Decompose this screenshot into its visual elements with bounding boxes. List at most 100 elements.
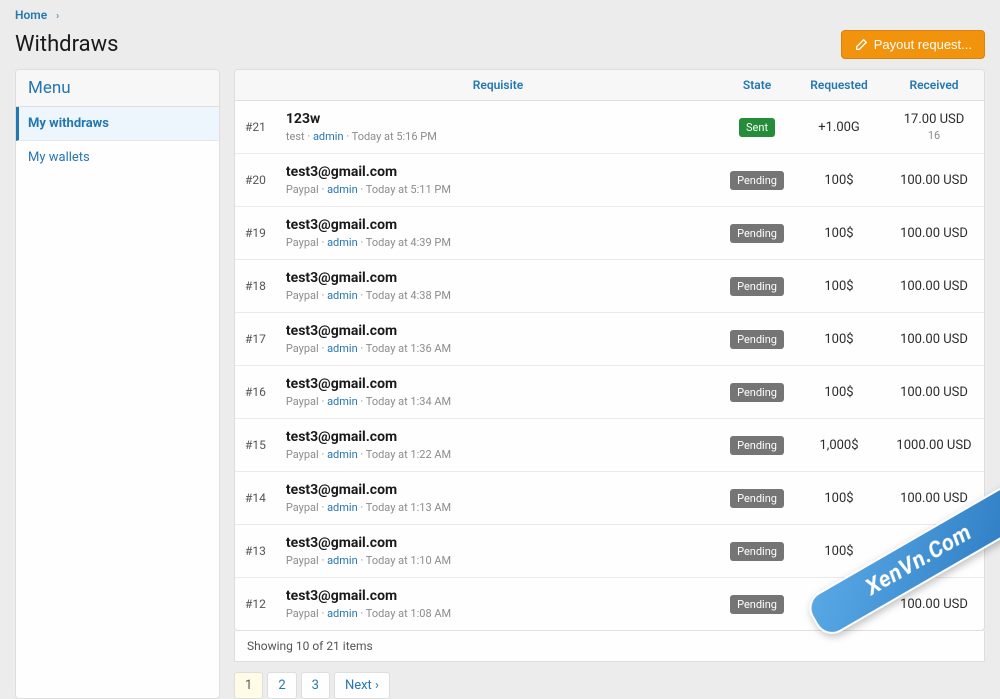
row-timestamp: Today at 1:22 AM: [366, 448, 451, 461]
row-timestamp: Today at 1:36 AM: [366, 342, 451, 355]
row-requisite: test3@gmail.comPaypal · admin · Today at…: [276, 154, 720, 207]
table-row[interactable]: #15 test3@gmail.com Paypal · admin · Today…: [235, 419, 984, 472]
row-state: Pending: [720, 578, 794, 631]
row-timestamp: Today at 1:08 AM: [366, 607, 451, 620]
row-user-link[interactable]: admin: [327, 554, 358, 567]
row-requested: 100$: [794, 207, 884, 260]
row-state: Pending: [720, 419, 794, 472]
table-row[interactable]: #17 test3@gmail.com Paypal · admin · Today…: [235, 313, 984, 366]
status-badge: Pending: [730, 542, 784, 561]
row-state: Pending: [720, 366, 794, 419]
row-timestamp: Today at 1:13 AM: [366, 501, 451, 514]
sidebar-item-my-withdraws[interactable]: My withdraws: [16, 107, 219, 141]
row-title: test3@gmail.com: [286, 217, 710, 233]
table-row[interactable]: #21 123w test · admin · Today at 5:16 PM Se…: [235, 101, 984, 154]
row-user-link[interactable]: admin: [313, 130, 344, 143]
row-title: test3@gmail.com: [286, 376, 710, 392]
row-timestamp: Today at 5:16 PM: [352, 130, 437, 143]
column-received[interactable]: Received: [884, 70, 984, 101]
row-state: Pending: [720, 260, 794, 313]
row-subtitle: test · admin · Today at 5:16 PM: [286, 130, 710, 143]
row-id: #12: [235, 578, 276, 631]
page-next[interactable]: Next ›: [334, 672, 390, 699]
row-user-link[interactable]: admin: [327, 448, 358, 461]
row-requisite: test3@gmail.comPaypal · admin · Today at…: [276, 207, 720, 260]
row-id: #16: [235, 366, 276, 419]
column-state[interactable]: State: [720, 70, 794, 101]
breadcrumb-home[interactable]: Home: [15, 8, 47, 22]
row-user-link[interactable]: admin: [327, 395, 358, 408]
status-badge: Pending: [730, 489, 784, 508]
withdraws-table: Requisite State Requested Received #2112…: [234, 69, 985, 631]
row-title: 123w: [286, 111, 710, 127]
row-id: #18: [235, 260, 276, 313]
row-state: Pending: [720, 472, 794, 525]
row-requested: 100$: [794, 260, 884, 313]
row-user-link[interactable]: admin: [327, 183, 358, 196]
row-user-link[interactable]: admin: [327, 236, 358, 249]
row-title: test3@gmail.com: [286, 429, 710, 445]
footer-count: Showing 10 of 21 items: [234, 631, 985, 662]
row-requested: 100$: [794, 154, 884, 207]
row-received: 100.00 USD: [884, 207, 984, 260]
row-requisite: test3@gmail.com Paypal · admin · Today at…: [276, 260, 720, 313]
row-timestamp: Today at 1:10 AM: [366, 554, 451, 567]
row-timestamp: Today at 4:39 PM: [366, 236, 451, 249]
table-row[interactable]: #19test3@gmail.comPaypal · admin · Today…: [235, 207, 984, 260]
row-id: #15: [235, 419, 276, 472]
row-subtitle: Paypal · admin · Today at 1:13 AM: [286, 501, 710, 514]
row-subtitle: Paypal · admin · Today at 1:36 AM: [286, 342, 710, 355]
row-requisite: test3@gmail.comPaypal · admin · Today at…: [276, 578, 720, 631]
status-badge: Sent: [739, 118, 775, 137]
row-id: #14: [235, 472, 276, 525]
sidebar-item-my-wallets[interactable]: My wallets: [16, 141, 219, 174]
chevron-right-icon: ›: [56, 11, 59, 22]
page-3[interactable]: 3: [301, 672, 330, 699]
row-subtitle: Paypal · admin · Today at 5:11 PM: [286, 183, 710, 196]
row-received: 100.00 USD: [884, 366, 984, 419]
row-title: test3@gmail.com: [286, 270, 710, 286]
row-requested: 100$: [794, 472, 884, 525]
sidebar: Menu My withdrawsMy wallets: [15, 69, 220, 699]
row-subtitle: Paypal · admin · Today at 1:22 AM: [286, 448, 710, 461]
row-id: #21: [235, 101, 276, 154]
row-id: #17: [235, 313, 276, 366]
row-user-link[interactable]: admin: [327, 501, 358, 514]
row-received: 1000.00 USD: [884, 419, 984, 472]
row-requisite: 123w test · admin · Today at 5:16 PM: [276, 101, 720, 154]
row-received: 100.00 USD: [884, 154, 984, 207]
status-badge: Pending: [730, 224, 784, 243]
row-timestamp: Today at 5:11 PM: [366, 183, 451, 196]
sidebar-title: Menu: [16, 70, 219, 107]
table-row[interactable]: #18 test3@gmail.com Paypal · admin · Today…: [235, 260, 984, 313]
table-row[interactable]: #20test3@gmail.comPaypal · admin · Today…: [235, 154, 984, 207]
table-row[interactable]: #16 test3@gmail.com Paypal · admin · Today…: [235, 366, 984, 419]
row-user-link[interactable]: admin: [327, 289, 358, 302]
row-requisite: test3@gmail.com Paypal · admin · Today at…: [276, 419, 720, 472]
payout-request-button[interactable]: Payout request...: [841, 30, 985, 59]
status-badge: Pending: [730, 436, 784, 455]
row-received-sub: 16: [894, 129, 974, 142]
column-requisite[interactable]: Requisite: [276, 70, 720, 101]
row-timestamp: Today at 1:34 AM: [366, 395, 451, 408]
row-requested: +1.00G: [794, 101, 884, 154]
row-state: Pending: [720, 207, 794, 260]
breadcrumb: Home ›: [15, 0, 985, 30]
row-subtitle: Paypal · admin · Today at 1:34 AM: [286, 395, 710, 408]
column-requested[interactable]: Requested: [794, 70, 884, 101]
row-user-link[interactable]: admin: [327, 607, 358, 620]
table-row[interactable]: #14test3@gmail.comPaypal · admin · Today…: [235, 472, 984, 525]
page-2[interactable]: 2: [267, 672, 296, 699]
pagination: 123Next ›: [234, 672, 985, 699]
row-subtitle: Paypal · admin · Today at 4:38 PM: [286, 289, 710, 302]
row-requested: 100$: [794, 366, 884, 419]
row-subtitle: Paypal · admin · Today at 1:08 AM: [286, 607, 710, 620]
row-id: #19: [235, 207, 276, 260]
row-requisite: test3@gmail.comPaypal · admin · Today at…: [276, 525, 720, 578]
status-badge: Pending: [730, 277, 784, 296]
row-received: 100.00 USD: [884, 260, 984, 313]
page-1[interactable]: 1: [234, 672, 263, 699]
row-title: test3@gmail.com: [286, 323, 710, 339]
row-user-link[interactable]: admin: [327, 342, 358, 355]
row-state: Pending: [720, 313, 794, 366]
